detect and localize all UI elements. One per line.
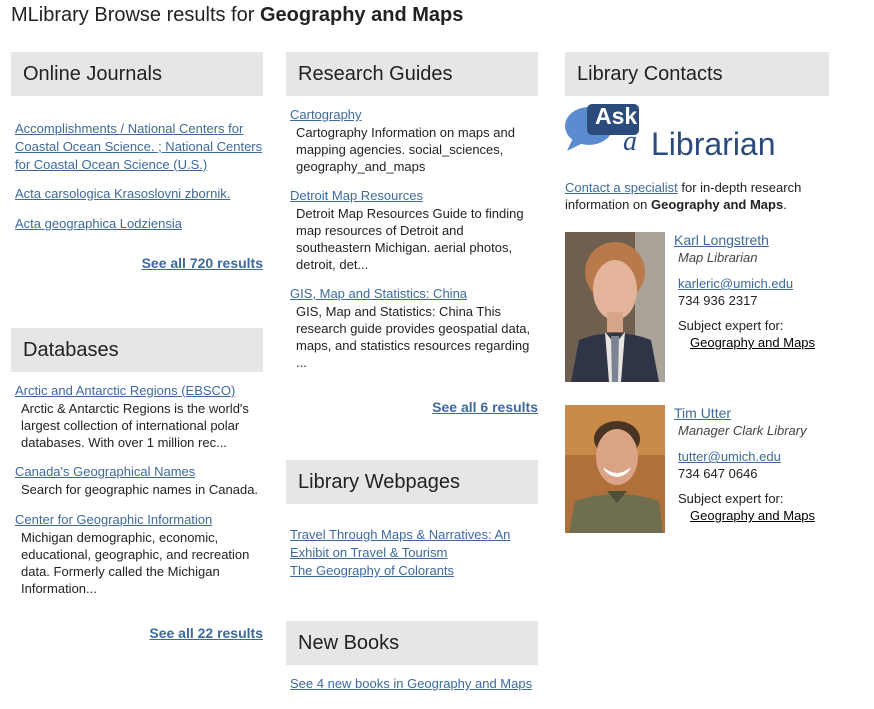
database-item: Center for Geographic Information Michig… xyxy=(15,511,263,597)
contact-role: Manager Clark Library xyxy=(678,423,807,438)
contact-card: Karl Longstreth Map Librarian karleric@u… xyxy=(565,232,829,384)
database-link-3[interactable]: Center for Geographic Information xyxy=(15,512,212,527)
guide-link-2[interactable]: Detroit Map Resources xyxy=(290,188,423,203)
contact-name-link[interactable]: Karl Longstreth xyxy=(674,232,769,248)
subject-expert-label: Subject expert for: xyxy=(678,318,784,333)
databases-section: Databases Arctic and Antarctic Regions (… xyxy=(11,328,263,641)
journal-link-2[interactable]: Acta carsologica Krasoslovni zbornik. xyxy=(15,186,230,201)
guide-item: GIS, Map and Statistics: China GIS, Map … xyxy=(290,285,538,371)
journal-link-1[interactable]: Accomplishments / National Centers for C… xyxy=(15,121,262,172)
subject-expert-link[interactable]: Geography and Maps xyxy=(674,334,834,351)
library-webpages-heading: Library Webpages xyxy=(286,460,538,504)
contact-intro-subject: Geography and Maps xyxy=(651,197,784,212)
database-desc-3: Michigan demographic, economic, educatio… xyxy=(21,530,250,596)
page: MLibrary Browse results for Geography an… xyxy=(0,0,874,709)
contact-email-link[interactable]: karleric@umich.edu xyxy=(678,276,793,291)
avatar-photo xyxy=(565,405,665,533)
contact-phone: 734 647 0646 xyxy=(678,466,758,481)
guide-desc-2: Detroit Map Resources Guide to finding m… xyxy=(296,206,524,272)
logo-librarian-text: Librarian xyxy=(651,126,776,162)
database-link-2[interactable]: Canada's Geographical Names xyxy=(15,464,195,479)
person-photo-icon xyxy=(565,232,665,382)
page-title-prefix: MLibrary Browse results for xyxy=(11,4,255,26)
contact-specialist-link[interactable]: Contact a specialist xyxy=(565,180,678,195)
guide-link-1[interactable]: Cartography xyxy=(290,107,362,122)
journal-link-3[interactable]: Acta geographica Lodziensia xyxy=(15,216,182,231)
database-link-1[interactable]: Arctic and Antarctic Regions (EBSCO) xyxy=(15,383,235,398)
database-desc-2: Search for geographic names in Canada. xyxy=(21,482,259,497)
guide-desc-1: Cartography Information on maps and mapp… xyxy=(296,125,515,174)
logo-a-text: a xyxy=(623,126,637,157)
person-photo-icon xyxy=(565,405,665,533)
database-item: Arctic and Antarctic Regions (EBSCO) Arc… xyxy=(15,382,263,451)
research-guides-heading: Research Guides xyxy=(286,52,538,96)
library-contacts-heading: Library Contacts xyxy=(565,52,829,96)
contact-email-link[interactable]: tutter@umich.edu xyxy=(678,449,781,464)
library-contacts-section: Library Contacts Ask a Librarian Contact… xyxy=(565,52,829,552)
online-journals-section: Online Journals Accomplishments / Nation… xyxy=(11,52,263,271)
library-webpages-section: Library Webpages Travel Through Maps & N… xyxy=(286,460,538,580)
journals-see-all-link[interactable]: See all 720 results xyxy=(142,255,263,271)
contact-info: Tim Utter Manager Clark Library tutter@u… xyxy=(674,405,834,524)
webpage-link-2[interactable]: The Geography of Colorants xyxy=(290,563,454,578)
contact-phone: 734 936 2317 xyxy=(678,293,758,308)
guide-item: Cartography Cartography Information on m… xyxy=(290,106,538,175)
new-books-section: New Books See 4 new books in Geography a… xyxy=(286,621,538,693)
database-item: Canada's Geographical Names Search for g… xyxy=(15,463,263,498)
new-books-link[interactable]: See 4 new books in Geography and Maps xyxy=(290,676,532,691)
contact-intro-end: . xyxy=(783,197,787,212)
contact-name-link[interactable]: Tim Utter xyxy=(674,405,731,421)
contact-card: Tim Utter Manager Clark Library tutter@u… xyxy=(565,405,829,533)
contact-intro: Contact a specialist for in-depth resear… xyxy=(565,179,815,213)
guide-link-3[interactable]: GIS, Map and Statistics: China xyxy=(290,286,467,301)
guide-desc-3: GIS, Map and Statistics: China This rese… xyxy=(296,304,531,370)
databases-heading: Databases xyxy=(11,328,263,372)
guide-item: Detroit Map Resources Detroit Map Resour… xyxy=(290,187,538,273)
subject-expert-link[interactable]: Geography and Maps xyxy=(674,507,834,524)
database-desc-1: Arctic & Antarctic Regions is the world'… xyxy=(21,401,249,450)
online-journals-heading: Online Journals xyxy=(11,52,263,96)
contact-role: Map Librarian xyxy=(678,250,758,265)
webpage-link-1[interactable]: Travel Through Maps & Narratives: An Exh… xyxy=(290,527,510,560)
new-books-heading: New Books xyxy=(286,621,538,665)
research-guides-section: Research Guides Cartography Cartography … xyxy=(286,52,538,415)
databases-see-all-link[interactable]: See all 22 results xyxy=(149,625,263,641)
guides-see-all-link[interactable]: See all 6 results xyxy=(432,399,538,415)
page-title-subject: Geography and Maps xyxy=(259,4,464,26)
avatar-photo xyxy=(565,232,665,382)
page-title: MLibrary Browse results for Geography an… xyxy=(11,4,463,27)
subject-expert-label: Subject expert for: xyxy=(678,491,784,506)
contact-info: Karl Longstreth Map Librarian karleric@u… xyxy=(674,232,834,351)
ask-a-librarian-logo[interactable]: Ask a Librarian xyxy=(565,103,795,164)
